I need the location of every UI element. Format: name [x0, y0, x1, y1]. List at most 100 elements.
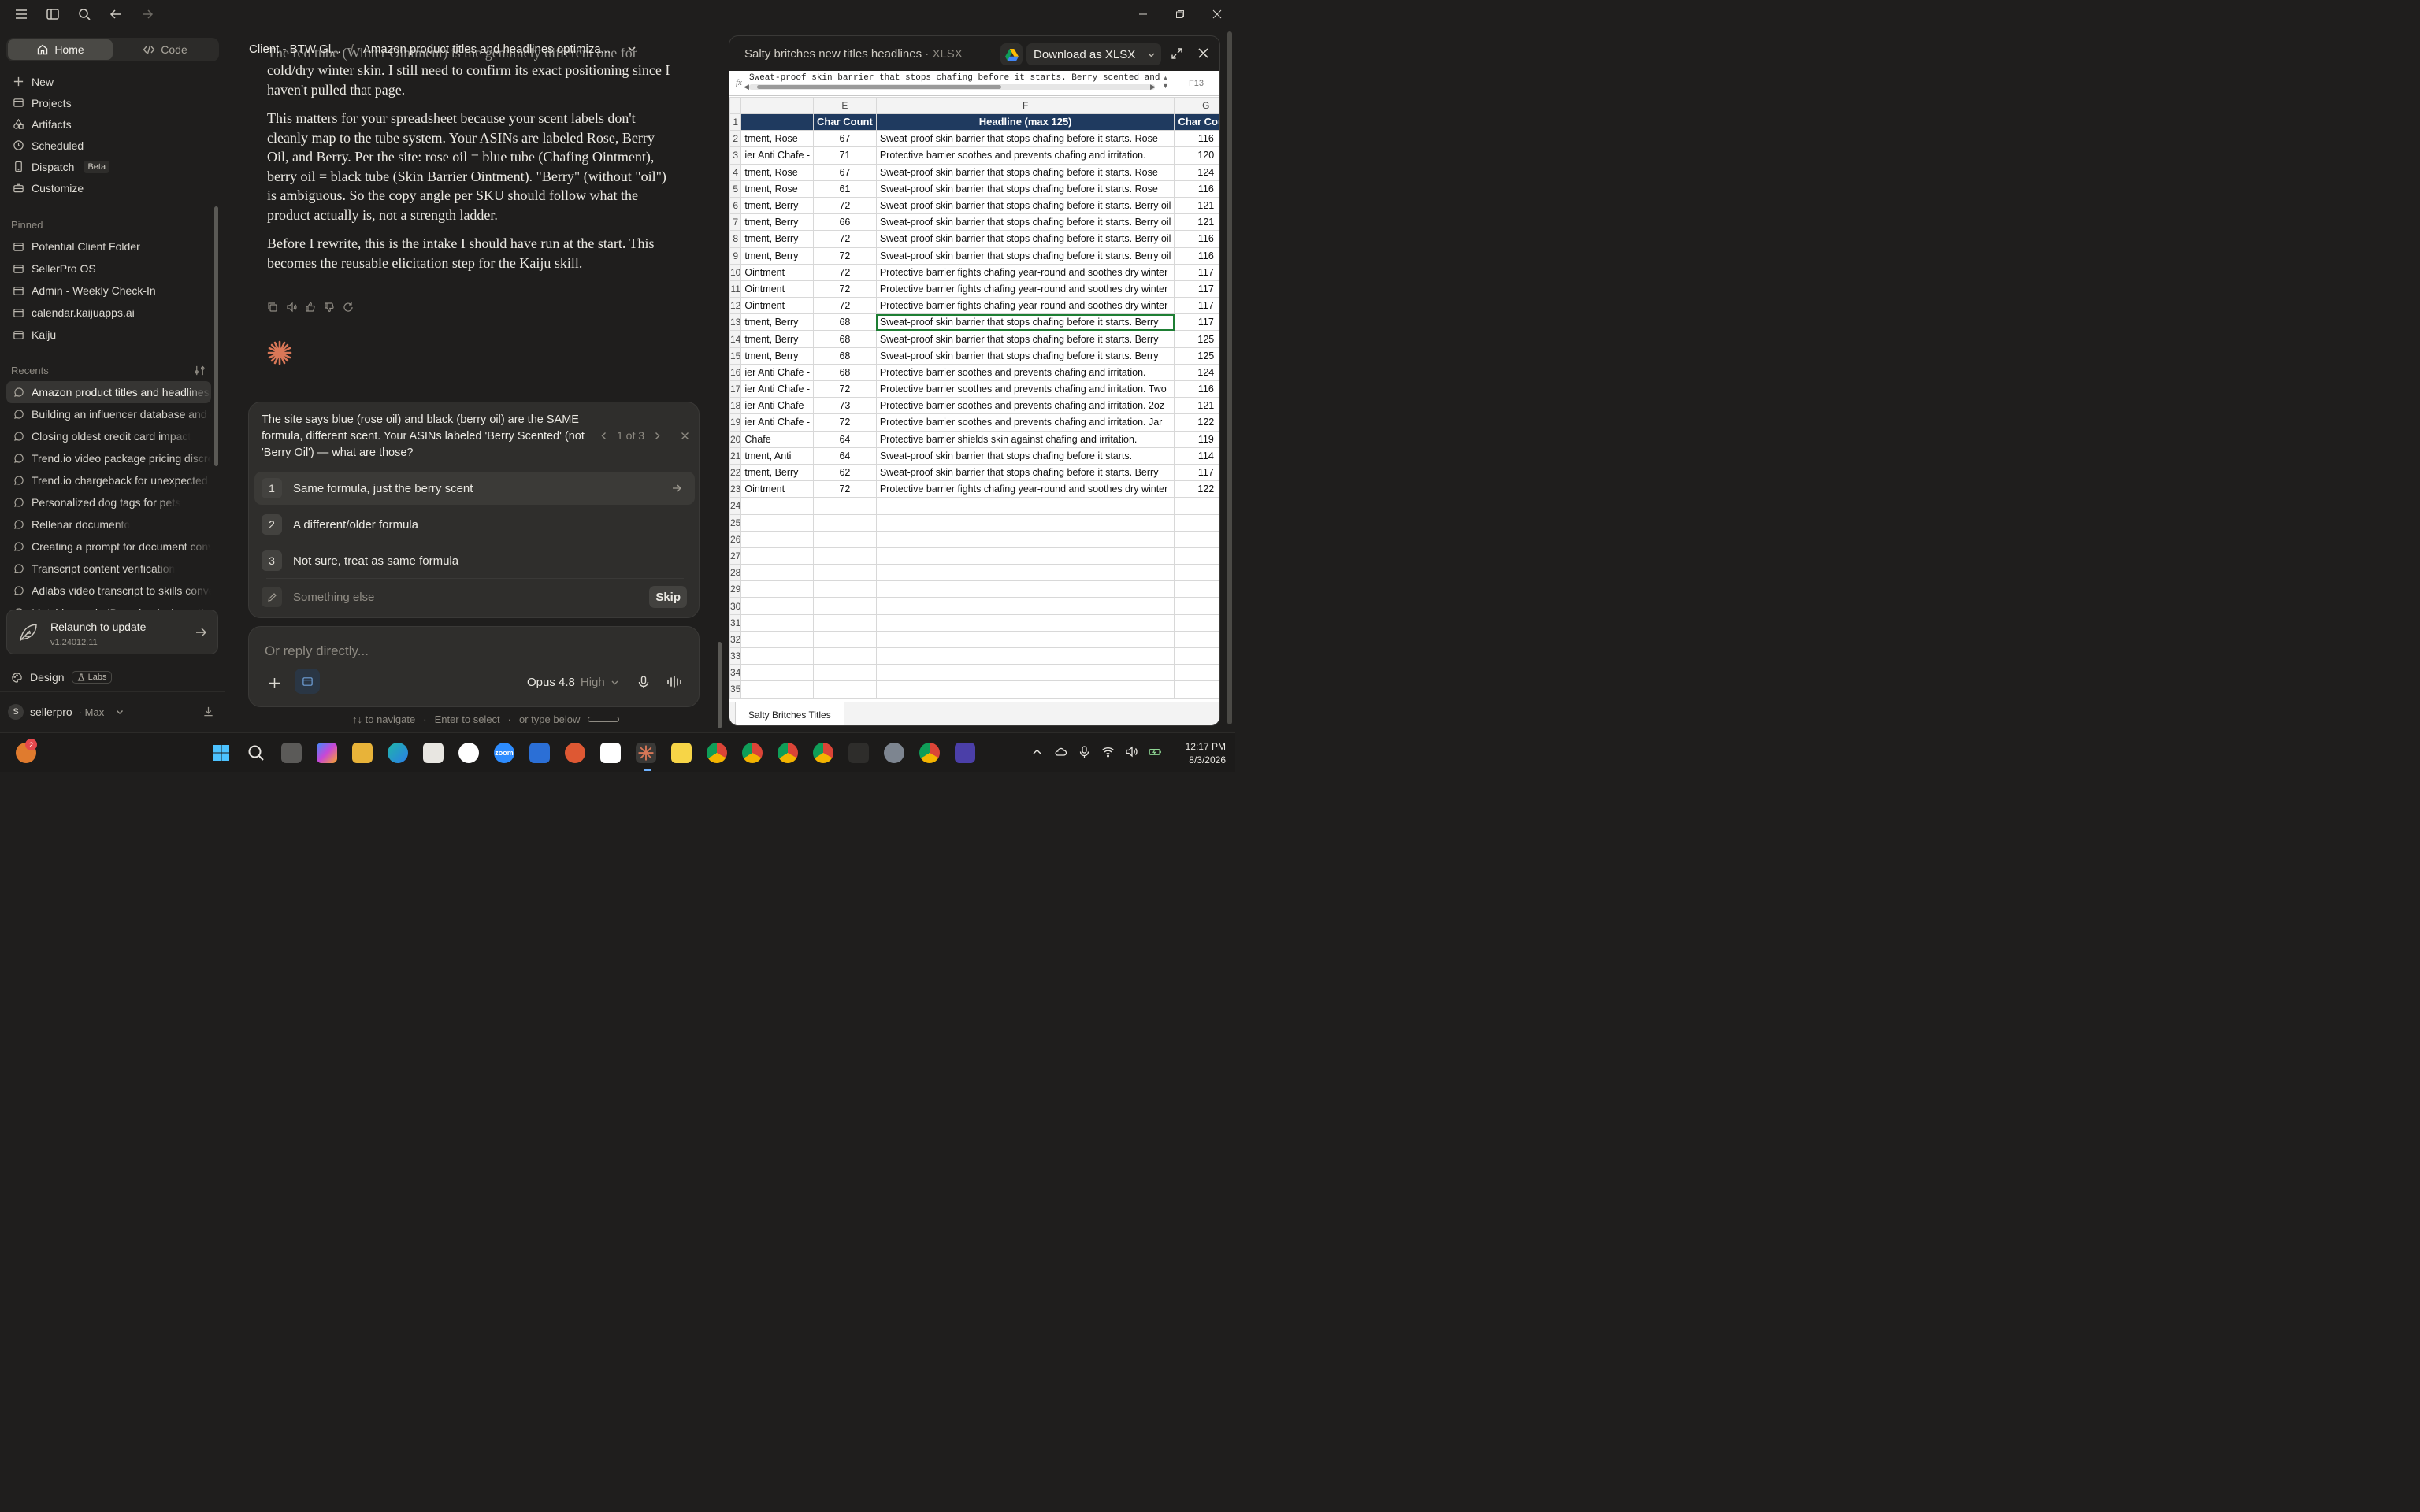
empty-cell[interactable] [1174, 497, 1219, 515]
nav-customize[interactable]: Customize [11, 177, 216, 198]
cell-char-count[interactable]: 117 [1174, 280, 1219, 298]
retry-icon[interactable] [343, 302, 354, 313]
cell-char-count[interactable]: 122 [1174, 413, 1219, 432]
close-window-button[interactable] [1198, 0, 1235, 28]
empty-cell[interactable] [740, 580, 815, 598]
reply-input[interactable] [265, 643, 674, 659]
snipping-tool-icon[interactable] [423, 743, 444, 763]
empty-cell[interactable] [813, 580, 877, 598]
speaker-icon[interactable] [286, 302, 297, 313]
cell-headline[interactable]: Protective barrier fights chafing year-r… [875, 280, 1175, 298]
cell-product[interactable]: tment, Berry [740, 196, 815, 215]
empty-cell[interactable] [813, 630, 877, 649]
cell-char-count[interactable]: 68 [813, 313, 877, 332]
cell-char-count[interactable]: 71 [813, 146, 877, 165]
row-header[interactable]: 13 [729, 313, 742, 332]
cell-product[interactable]: Chafe [740, 430, 815, 448]
cell-char-count[interactable]: 121 [1174, 397, 1219, 415]
empty-cell[interactable] [1174, 597, 1219, 615]
sticky-notes-icon[interactable] [671, 743, 692, 763]
recent-chat-item[interactable]: Rellenar documento [6, 513, 211, 536]
cell-char-count[interactable]: 72 [813, 280, 877, 298]
design-item[interactable]: Design Labs [11, 671, 113, 684]
cell-char-count[interactable]: 67 [813, 163, 877, 181]
cell-char-count[interactable]: 64 [813, 447, 877, 465]
cell-char-count[interactable]: 67 [813, 130, 877, 148]
corner-cell[interactable] [729, 97, 742, 114]
empty-cell[interactable] [1174, 530, 1219, 548]
empty-cell[interactable] [740, 564, 815, 582]
cell-product[interactable]: tment, Berry [740, 246, 815, 265]
cell-char-count[interactable]: 121 [1174, 196, 1219, 215]
cell-product[interactable]: Ointment [740, 480, 815, 498]
cell-char-count[interactable]: 117 [1174, 263, 1219, 281]
settings-icon[interactable] [884, 743, 904, 763]
ms-store-icon[interactable] [529, 743, 550, 763]
battery-icon[interactable] [1149, 745, 1162, 758]
row-header[interactable]: 3 [729, 146, 742, 165]
cell-char-count[interactable]: 72 [813, 263, 877, 281]
chrome-icon[interactable] [778, 743, 798, 763]
row-header[interactable]: 14 [729, 330, 742, 348]
relaunch-card[interactable]: Relaunch to update v1.24012.11 [6, 610, 218, 654]
pinned-item[interactable]: Kaiju [11, 324, 216, 346]
cell-product[interactable]: tment, Rose [740, 180, 815, 198]
start-icon[interactable] [211, 743, 232, 763]
empty-cell[interactable] [740, 680, 815, 699]
sidebar-toggle-icon[interactable] [46, 7, 60, 21]
option-2[interactable]: 2 A different/older formula [254, 508, 695, 541]
scroll-right-arrow-icon[interactable]: ▶ [1150, 83, 1156, 91]
empty-cell[interactable] [875, 580, 1175, 598]
file-explorer-icon[interactable] [352, 743, 373, 763]
plus-icon[interactable] [268, 676, 281, 690]
cell-char-count[interactable]: 117 [1174, 297, 1219, 315]
cell-product[interactable]: tment, Rose [740, 163, 815, 181]
cell-char-count[interactable]: 125 [1174, 346, 1219, 365]
cell-char-count[interactable]: 72 [813, 380, 877, 398]
chrome-icon[interactable] [742, 743, 763, 763]
download-icon[interactable] [202, 706, 214, 717]
mic-tray-icon[interactable] [1078, 745, 1091, 758]
nav-artifacts[interactable]: Artifacts [11, 113, 216, 135]
empty-cell[interactable] [875, 647, 1175, 665]
cell-product[interactable]: tment, Berry [740, 213, 815, 232]
row-header[interactable]: 33 [729, 647, 742, 665]
home-tab[interactable]: Home [8, 39, 113, 60]
cell-char-count[interactable]: 72 [813, 230, 877, 248]
cell-headline[interactable]: Sweat-proof skin barrier that stops chaf… [875, 346, 1175, 365]
expand-icon[interactable] [1171, 47, 1183, 60]
cell-char-count[interactable]: 68 [813, 330, 877, 348]
cell-product[interactable]: ier Anti Chafe - [740, 363, 815, 382]
empty-cell[interactable] [740, 497, 815, 515]
cell-char-count[interactable]: 116 [1174, 246, 1219, 265]
slack-icon[interactable] [458, 743, 479, 763]
search-taskbar-icon[interactable] [246, 743, 266, 763]
empty-cell[interactable] [813, 530, 877, 548]
copy-icon[interactable] [267, 302, 278, 313]
cell-char-count[interactable]: 72 [813, 297, 877, 315]
row-header[interactable]: 26 [729, 530, 742, 548]
empty-cell[interactable] [1174, 647, 1219, 665]
row-header[interactable]: 18 [729, 397, 742, 415]
empty-cell[interactable] [1174, 630, 1219, 649]
cell-char-count[interactable]: 64 [813, 430, 877, 448]
chrome-icon[interactable] [919, 743, 940, 763]
empty-cell[interactable] [1174, 580, 1219, 598]
voice-mode-icon[interactable] [666, 675, 684, 689]
cell-char-count[interactable]: 124 [1174, 363, 1219, 382]
project-button[interactable] [295, 669, 320, 694]
empty-cell[interactable] [813, 680, 877, 699]
empty-cell[interactable] [740, 597, 815, 615]
cell-headline[interactable]: Sweat-proof skin barrier that stops chaf… [875, 213, 1175, 232]
row-header[interactable]: 12 [729, 297, 742, 315]
cell-product[interactable]: ier Anti Chafe - [740, 397, 815, 415]
account-menu[interactable]: S sellerpro · Max [8, 704, 124, 720]
pinned-item[interactable]: Admin - Weekly Check-In [11, 280, 216, 302]
restore-button[interactable] [1161, 0, 1198, 28]
copilot-icon[interactable] [317, 743, 337, 763]
column-header[interactable] [740, 97, 815, 114]
empty-cell[interactable] [875, 630, 1175, 649]
cell-product[interactable]: Ointment [740, 263, 815, 281]
empty-cell[interactable] [740, 664, 815, 682]
cell-headline[interactable]: Protective barrier soothes and prevents … [875, 146, 1175, 165]
